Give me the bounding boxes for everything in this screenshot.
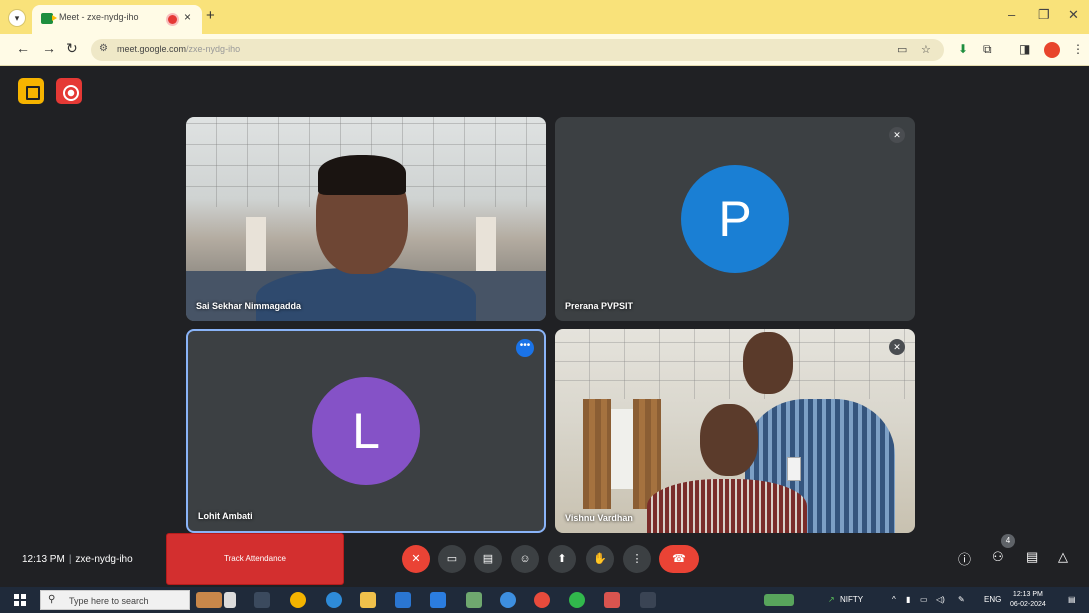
meet-favicon-icon (41, 13, 57, 24)
network-icon[interactable]: ▮ (906, 595, 910, 604)
meet-stage: Sai Sekhar Nimmagadda ✕ P Prerana PVPSIT… (0, 67, 1089, 585)
address-bar[interactable]: ⚙ meet.google.com/zxe-nydg-iho ▭ ☆ (91, 39, 944, 61)
info-icon[interactable]: ⓘ (958, 549, 971, 568)
raise-hand-icon[interactable]: ✋ (586, 545, 614, 573)
windows-start-icon[interactable] (14, 594, 26, 606)
tab-search-icon[interactable]: ▾ (8, 9, 26, 27)
participant-tile[interactable]: ✕ P Prerana PVPSIT (555, 117, 915, 321)
taskbar-search-box[interactable]: ⚲ Type here to search (40, 590, 190, 610)
extensions-icon[interactable]: ⧉ (983, 42, 992, 57)
forward-button[interactable]: → (42, 40, 56, 56)
url-domain: meet.google.com (117, 44, 187, 54)
close-window-button[interactable]: ✕ (1068, 7, 1079, 23)
mic-muted-icon: ✕ (889, 127, 905, 143)
people-count-badge: 4 (1001, 534, 1015, 548)
more-options-icon[interactable]: ⋮ (623, 545, 651, 573)
url-path: /zxe-nydg-iho (186, 44, 241, 54)
more-options-button[interactable]: ••• (516, 339, 534, 357)
participant-avatar: P (681, 165, 789, 273)
tray-chevron-icon[interactable]: ^ (892, 595, 896, 604)
browser-toolbar: ← → ↻ ⚙ meet.google.com/zxe-nydg-iho ▭ ☆… (0, 34, 1089, 66)
screen: ▾ Meet - zxe-nydg-iho × + – ❐ ✕ ← → ↻ ⚙ … (0, 0, 1089, 613)
participant-name: Prerana PVPSIT (565, 301, 634, 311)
edge-icon[interactable] (326, 592, 342, 608)
notifications-icon[interactable]: ▤ (1068, 595, 1076, 604)
meeting-time: 12:13 PM (22, 554, 65, 565)
taskbar-clock[interactable]: 12:13 PM 06-02-2024 (1010, 590, 1046, 610)
mic-muted-icon: ✕ (889, 339, 905, 355)
participant-name: Vishnu Vardhan (565, 513, 633, 523)
participant-tile[interactable]: ✕ Vishnu Vardhan (555, 329, 915, 533)
activities-shortcut-icon[interactable] (18, 78, 44, 104)
stock-trend-icon: ↗ (828, 595, 835, 604)
chrome-app-icon[interactable] (534, 592, 550, 608)
tab-close-icon[interactable]: × (184, 10, 191, 24)
participant-video (186, 117, 546, 321)
browser-menu-icon[interactable]: ⋮ (1072, 42, 1084, 56)
vscode-icon[interactable] (430, 592, 446, 608)
clock-time: 12:13 PM (1012, 591, 1043, 598)
browser-tab-strip: ▾ Meet - zxe-nydg-iho × + – ❐ ✕ (0, 0, 1089, 34)
site-info-icon[interactable]: ⚙ (99, 43, 108, 54)
widget-icon[interactable] (196, 592, 222, 608)
mail-icon[interactable] (395, 592, 411, 608)
nifty-label: NIFTY (840, 595, 864, 604)
browser-tab-meet[interactable]: Meet - zxe-nydg-iho × (32, 5, 202, 34)
url-text: meet.google.com/zxe-nydg-iho (117, 44, 240, 54)
separator: | (68, 554, 72, 565)
chrome-active-icon[interactable] (604, 592, 620, 608)
camera-blocked-icon[interactable]: ▭ (897, 43, 907, 56)
participant-name: Sai Sekhar Nimmagadda (196, 301, 302, 311)
captions-icon[interactable]: ▤ (474, 545, 502, 573)
chat-icon[interactable]: ▤ (1026, 549, 1038, 565)
app-icon[interactable] (466, 592, 482, 608)
search-icon: ⚲ (48, 594, 56, 605)
participant-avatar: L (312, 377, 420, 485)
language-indicator[interactable]: ENG (984, 595, 1001, 604)
hang-up-icon[interactable]: ☎ (659, 545, 699, 573)
windows-taskbar: ⚲ Type here to search ↗ NIFTY ^ ▮ ▭ ◁) ✎… (0, 587, 1089, 613)
meeting-details: 12:13 PM | zxe-nydg-iho (22, 554, 133, 565)
widget-icon[interactable] (224, 592, 236, 608)
mic-off-icon[interactable]: ✕ (402, 545, 430, 573)
participant-tile[interactable]: Sai Sekhar Nimmagadda (186, 117, 546, 321)
profile-avatar[interactable] (1044, 42, 1060, 58)
reload-button[interactable]: ↻ (66, 40, 78, 57)
battery-icon[interactable] (764, 594, 794, 606)
participant-tile[interactable]: ••• L Lohit Ambati (186, 329, 546, 533)
back-button[interactable]: ← (16, 40, 30, 56)
recording-icon[interactable] (56, 78, 82, 104)
people-icon[interactable]: ⚇ (992, 549, 1004, 565)
participant-video (555, 329, 915, 533)
track-attendance-button[interactable]: Track Attendance (166, 533, 344, 585)
present-icon[interactable]: ⬆ (548, 545, 576, 573)
bookmark-star-icon[interactable]: ☆ (921, 43, 931, 56)
ie-icon[interactable] (500, 592, 516, 608)
pen-icon[interactable]: ✎ (958, 595, 965, 604)
minimize-button[interactable]: – (1008, 7, 1015, 22)
emoji-icon[interactable]: ☺ (511, 545, 539, 573)
download-icon[interactable]: ⬇ (958, 42, 968, 56)
side-panel-icon[interactable]: ◨ (1019, 42, 1030, 56)
battery-tray-icon[interactable]: ▭ (920, 595, 928, 604)
chrome-icon[interactable] (290, 592, 306, 608)
terminal-icon[interactable] (640, 592, 656, 608)
search-placeholder: Type here to search (69, 596, 149, 606)
camera-icon[interactable]: ▭ (438, 545, 466, 573)
clock-date: 06-02-2024 (1010, 601, 1046, 608)
new-tab-button[interactable]: + (206, 7, 215, 24)
tab-title: Meet - zxe-nydg-iho (59, 12, 139, 22)
task-view-icon[interactable] (254, 592, 270, 608)
volume-icon[interactable]: ◁) (936, 595, 945, 604)
restore-button[interactable]: ❐ (1038, 7, 1050, 23)
recording-indicator-icon (168, 15, 177, 24)
participant-name: Lohit Ambati (198, 511, 253, 521)
whatsapp-icon[interactable] (569, 592, 585, 608)
meeting-code: zxe-nydg-iho (75, 554, 133, 565)
activities-icon[interactable]: △ (1058, 549, 1068, 565)
file-explorer-icon[interactable] (360, 592, 376, 608)
